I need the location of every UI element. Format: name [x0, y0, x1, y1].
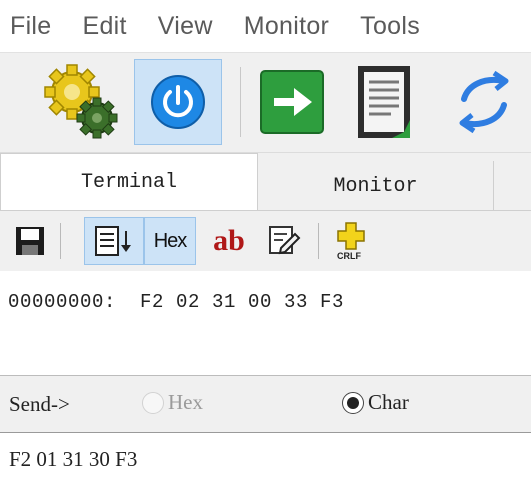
crlf-button[interactable]: CRLF	[330, 217, 372, 265]
edit-button[interactable]	[262, 217, 306, 265]
log-view-button[interactable]	[84, 217, 144, 265]
send-options-row: Send-> Hex Char	[0, 376, 531, 432]
hex-label: Hex	[153, 229, 188, 252]
ab-label: ab	[213, 224, 245, 257]
menu-bar: File Edit View Monitor Tools	[0, 0, 531, 52]
save-button[interactable]	[10, 217, 50, 265]
char-view-button[interactable]: ab	[202, 217, 256, 265]
edit-document-icon	[269, 226, 301, 255]
document-button[interactable]	[340, 59, 428, 145]
terminal-line: 00000000: F2 02 31 00 33 F3	[8, 291, 345, 313]
char-radio-label: Char	[368, 390, 409, 414]
connect-button[interactable]	[248, 59, 336, 145]
menu-view[interactable]: View	[158, 12, 222, 41]
refresh-arrows-icon	[459, 70, 509, 134]
menu-tools[interactable]: Tools	[360, 12, 429, 41]
send-input[interactable]: F2 01 31 30 F3	[0, 432, 531, 490]
crlf-label: CRLF	[337, 251, 361, 261]
settings-button[interactable]	[38, 59, 126, 145]
menu-monitor[interactable]: Monitor	[244, 12, 338, 41]
send-input-value: F2 01 31 30 F3	[9, 447, 138, 471]
gears-icon	[44, 64, 118, 139]
arrow-right-icon	[260, 70, 324, 134]
tab-monitor[interactable]: Monitor	[258, 161, 494, 211]
radio-selected-icon	[342, 391, 364, 414]
list-down-icon	[95, 226, 131, 256]
terminal-output[interactable]: 00000000: F2 02 31 00 33 F3	[0, 271, 531, 376]
tab-strip: Terminal Monitor	[0, 152, 531, 211]
toolbar-separator	[240, 67, 241, 137]
hex-radio[interactable]: Hex	[142, 390, 203, 415]
menu-file[interactable]: File	[10, 12, 60, 41]
terminal-toolbar: Hex ab CRLF	[0, 210, 531, 272]
menu-edit[interactable]: Edit	[82, 12, 135, 41]
char-radio[interactable]: Char	[342, 390, 409, 415]
send-label: Send->	[9, 392, 70, 416]
hex-view-button[interactable]: Hex	[144, 217, 196, 265]
tab-terminal[interactable]: Terminal	[0, 153, 258, 211]
toolbar-separator	[318, 223, 319, 259]
power-icon	[151, 75, 205, 129]
power-button[interactable]	[134, 59, 222, 145]
main-toolbar	[0, 52, 531, 153]
hex-radio-label: Hex	[168, 390, 203, 414]
radio-circle-icon	[142, 391, 164, 414]
refresh-button[interactable]	[440, 59, 528, 145]
toolbar-separator	[60, 223, 61, 259]
floppy-disk-icon	[16, 227, 44, 255]
document-icon	[358, 66, 410, 138]
